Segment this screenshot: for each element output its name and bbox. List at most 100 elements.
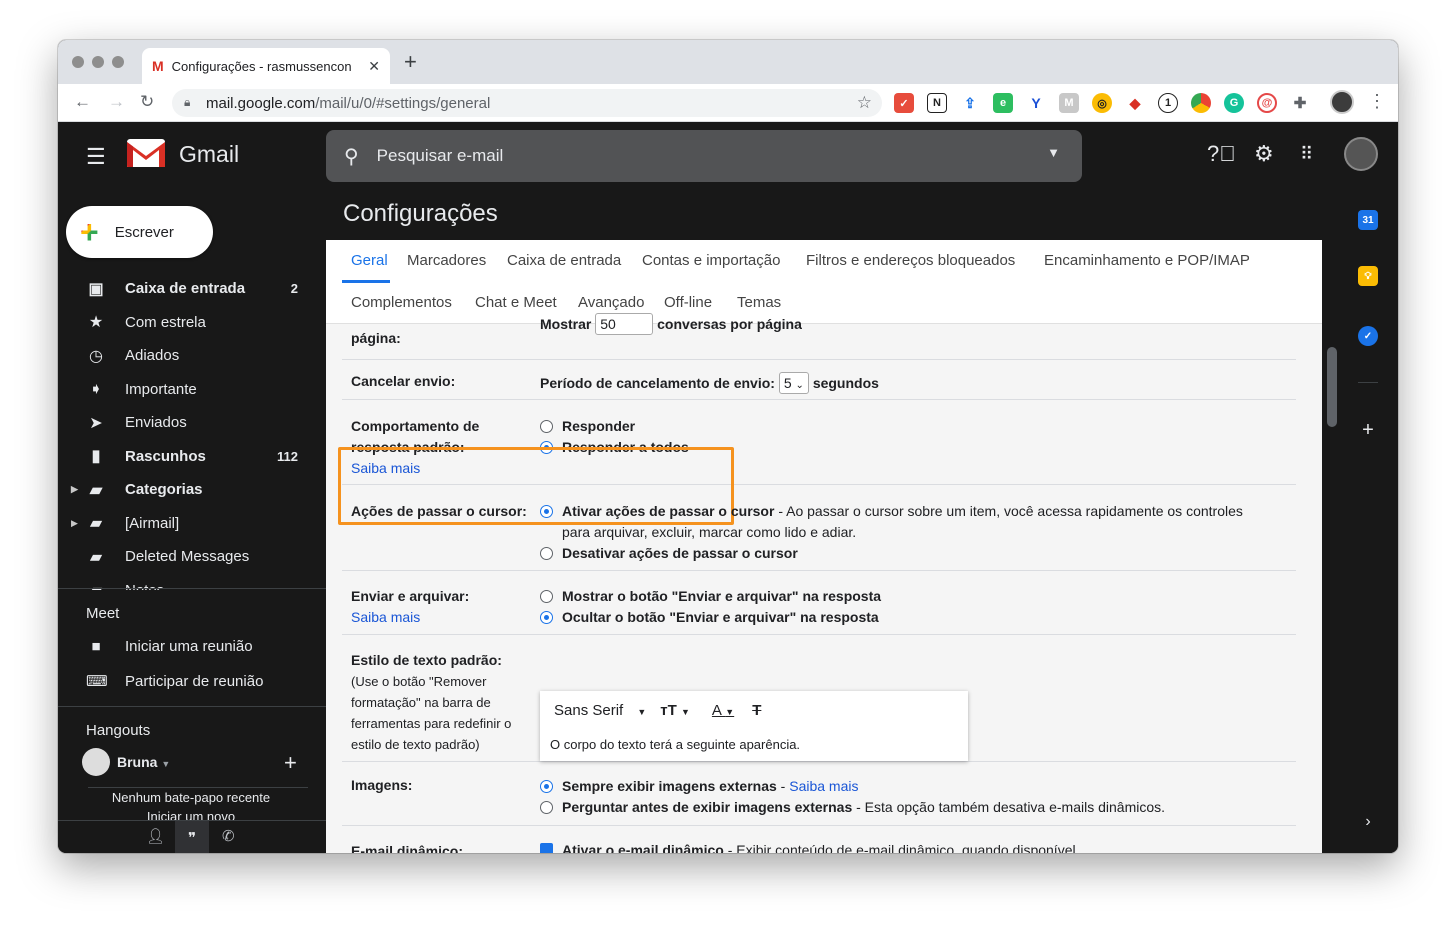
expand-side-panel-icon[interactable]: ›: [1358, 812, 1378, 832]
gmail-logo-icon[interactable]: [126, 138, 166, 168]
sidebar-item-sent[interactable]: ➤ Enviados: [58, 406, 326, 440]
reply-option[interactable]: Responder: [540, 416, 635, 437]
add-chat-icon[interactable]: +: [284, 750, 297, 776]
close-tab-icon[interactable]: ✕: [368, 58, 380, 75]
scrollbar[interactable]: [1326, 240, 1338, 853]
forward-icon[interactable]: →: [108, 92, 125, 112]
hover-off-option[interactable]: Desativar ações de passar o cursor: [540, 543, 798, 564]
help-icon[interactable]: ?⃝: [1207, 141, 1236, 167]
send-archive-show-radio[interactable]: [540, 590, 553, 603]
reply-radio[interactable]: [540, 420, 553, 433]
search-icon[interactable]: ⚲: [344, 144, 359, 169]
images-always-option[interactable]: Sempre exibir imagens externas - Saiba m…: [540, 776, 859, 797]
extension-one-icon[interactable]: 1: [1158, 93, 1178, 113]
start-new-chat-link[interactable]: Iniciar um novo: [88, 809, 294, 820]
learn-more-link[interactable]: Saiba mais: [789, 778, 858, 794]
expand-arrow-icon[interactable]: ▶: [71, 484, 78, 495]
account-avatar[interactable]: [1344, 137, 1378, 171]
new-tab-icon[interactable]: +: [404, 51, 417, 73]
chrome-profile-avatar[interactable]: [1330, 90, 1354, 114]
notion-icon[interactable]: N: [927, 93, 947, 113]
remove-formatting-icon[interactable]: T: [752, 702, 761, 719]
images-ask-radio[interactable]: [540, 801, 553, 814]
reload-icon[interactable]: ↻: [140, 92, 154, 112]
extension-lastpass-icon[interactable]: @: [1257, 93, 1277, 113]
extension-chrome-icon[interactable]: [1191, 93, 1211, 113]
chrome-menu-icon[interactable]: ⋮: [1368, 91, 1386, 112]
keep-icon[interactable]: 💡︎: [1358, 266, 1378, 286]
search-options-icon[interactable]: ▼: [1047, 145, 1060, 160]
tab-addons[interactable]: Complementos: [351, 294, 452, 311]
font-size-icon[interactable]: ᴛT ▼: [660, 702, 690, 719]
hover-on-option[interactable]: Ativar ações de passar o cursor - Ao pas…: [540, 501, 1300, 543]
tab-general[interactable]: Geral: [351, 252, 388, 269]
compose-button[interactable]: + Escrever: [66, 206, 213, 258]
tab-filters[interactable]: Filtros e endereços bloqueados: [806, 252, 1015, 269]
hangouts-user-name[interactable]: Bruna ▼: [117, 754, 170, 770]
extension-m-icon[interactable]: M: [1059, 93, 1079, 113]
search-input[interactable]: Pesquisar e-mail: [377, 146, 504, 166]
expand-arrow-icon[interactable]: ▶: [71, 518, 78, 529]
sidebar-item-categories[interactable]: ▶ ▰ Categorias: [58, 473, 326, 507]
learn-more-link[interactable]: Saiba mais: [351, 609, 420, 625]
send-archive-show-option[interactable]: Mostrar o botão "Enviar e arquivar" na r…: [540, 586, 881, 607]
hangouts-chat-icon[interactable]: ❞: [175, 821, 209, 853]
scrollbar-thumb[interactable]: [1327, 347, 1337, 427]
sidebar-item-important[interactable]: ➧ Importante: [58, 373, 326, 407]
close-window-button[interactable]: [72, 56, 84, 68]
address-bar[interactable]: 🔒︎ mail.google.com/mail/u/0/#settings/ge…: [172, 89, 882, 117]
font-select[interactable]: Sans Serif ▼: [554, 702, 646, 719]
evernote-icon[interactable]: e: [993, 93, 1013, 113]
send-archive-hide-radio[interactable]: [540, 611, 553, 624]
extension-v-icon[interactable]: Y: [1026, 93, 1046, 113]
sidebar-item-starred[interactable]: ★ Com estrela: [58, 306, 326, 340]
meet-join-meeting[interactable]: ⌨ Participar de reunião: [86, 672, 263, 691]
share-icon[interactable]: ⇪: [960, 93, 980, 113]
browser-tab[interactable]: M Configurações - rasmussencon ✕: [142, 48, 390, 84]
person-icon[interactable]: 👤︎: [146, 827, 165, 845]
extension-arrow-icon[interactable]: ◆: [1125, 93, 1145, 113]
images-ask-option[interactable]: Perguntar antes de exibir imagens extern…: [540, 797, 1165, 818]
sidebar-item-snoozed[interactable]: ◷ Adiados: [58, 339, 326, 373]
calendar-icon[interactable]: 31: [1358, 210, 1378, 230]
grammarly-icon[interactable]: G: [1224, 93, 1244, 113]
hover-off-radio[interactable]: [540, 547, 553, 560]
dynamic-email-checkbox[interactable]: [540, 843, 553, 853]
back-icon[interactable]: ←: [74, 92, 91, 112]
gear-icon[interactable]: ⚙: [1254, 141, 1274, 167]
tab-advanced[interactable]: Avançado: [578, 294, 644, 311]
tab-offline[interactable]: Off-line: [664, 294, 712, 311]
text-color-icon[interactable]: A ▼: [712, 702, 734, 719]
send-archive-hide-option[interactable]: Ocultar o botão "Enviar e arquivar" na r…: [540, 607, 879, 628]
tab-accounts[interactable]: Contas e importação: [642, 252, 780, 269]
tab-forwarding[interactable]: Encaminhamento e POP/IMAP: [1044, 252, 1250, 269]
sidebar-item-inbox[interactable]: ▣ Caixa de entrada 2: [58, 272, 326, 306]
tab-inbox[interactable]: Caixa de entrada: [507, 252, 621, 269]
tab-themes[interactable]: Temas: [737, 294, 781, 311]
extensions-puzzle-icon[interactable]: ✚: [1290, 93, 1310, 113]
tab-labels[interactable]: Marcadores: [407, 252, 486, 269]
search-bar[interactable]: ⚲ Pesquisar e-mail ▼: [326, 130, 1082, 182]
page-size-select[interactable]: 50: [595, 313, 654, 335]
tab-chat-meet[interactable]: Chat e Meet: [475, 294, 557, 311]
sidebar-item-deleted-messages[interactable]: ▰ Deleted Messages: [58, 540, 326, 574]
add-addon-icon[interactable]: +: [1358, 419, 1378, 441]
extension-red-icon[interactable]: ✓: [894, 93, 914, 113]
undo-send-select[interactable]: 5 ⌄: [778, 372, 809, 394]
tasks-icon[interactable]: ✓: [1358, 326, 1378, 346]
dynamic-email-option[interactable]: Ativar o e-mail dinâmico - Exibir conteú…: [540, 840, 1079, 853]
bookmark-star-icon[interactable]: ☆: [857, 93, 872, 113]
extension-circle-icon[interactable]: ◎: [1092, 93, 1112, 113]
main-menu-icon[interactable]: ☰: [86, 144, 106, 170]
apps-grid-icon[interactable]: ⠿: [1300, 141, 1313, 167]
phone-icon[interactable]: ✆: [222, 827, 235, 845]
images-always-radio[interactable]: [540, 780, 553, 793]
send-archive-show-label: Mostrar o botão "Enviar e arquivar" na r…: [562, 588, 882, 604]
meet-new-meeting[interactable]: ■ Iniciar uma reunião: [86, 638, 252, 655]
hangouts-user-avatar[interactable]: [82, 748, 110, 776]
sidebar-item-drafts[interactable]: ▮ Rascunhos 112: [58, 440, 326, 474]
maximize-window-button[interactable]: [112, 56, 124, 68]
sidebar-item-airmail[interactable]: ▶ ▰ [Airmail]: [58, 507, 326, 541]
minimize-window-button[interactable]: [92, 56, 104, 68]
hover-on-radio[interactable]: [540, 505, 553, 518]
